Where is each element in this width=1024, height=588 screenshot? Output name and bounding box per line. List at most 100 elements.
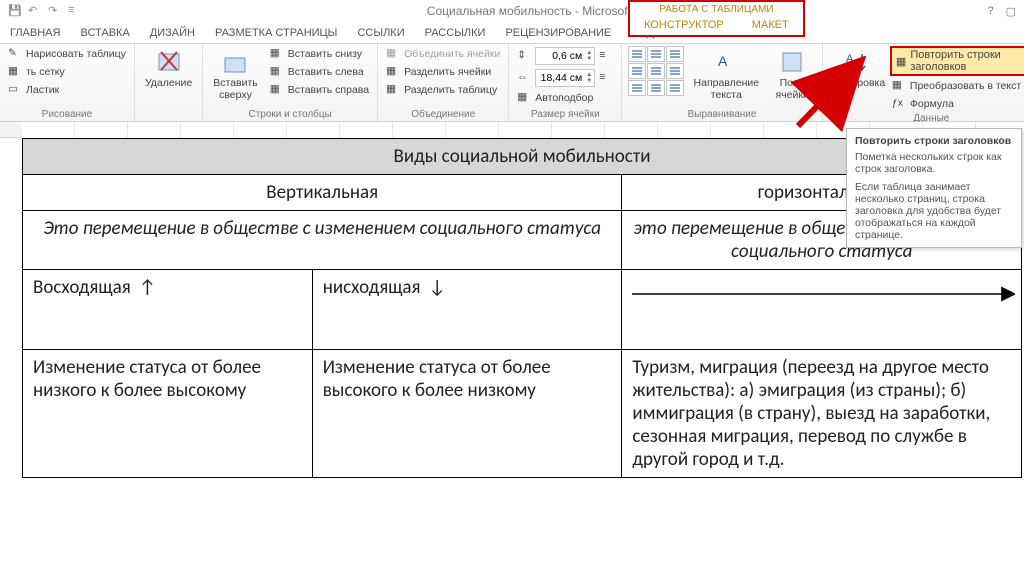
tab-layout[interactable]: МАКЕТ — [738, 16, 803, 35]
svg-text:A: A — [718, 53, 728, 69]
align-mc[interactable] — [647, 63, 665, 79]
table-tools-box: РАБОТА С ТАБЛИЦАМИ КОНСТРУКТОР МАКЕТ — [628, 0, 805, 37]
tab-review[interactable]: РЕЦЕНЗИРОВАНИЕ — [495, 24, 621, 43]
insert-right-button[interactable]: ▦Вставить справа — [268, 82, 371, 98]
pencil-icon: ✎ — [8, 47, 22, 61]
col-width-input[interactable] — [536, 72, 584, 84]
autofit-icon: ▦ — [517, 91, 531, 105]
sort-button[interactable]: AЯ Сортировка — [829, 46, 884, 112]
group-label-cell-size: Размер ячейки — [515, 108, 615, 120]
help-icon[interactable]: ? — [987, 5, 993, 18]
alignment-grid[interactable] — [628, 46, 684, 103]
group-draw: ✎Нарисовать таблицу ▦ть сетку ▭Ластик Ри… — [0, 44, 135, 121]
desc-vertical[interactable]: Это перемещение в обществе с изменением … — [23, 211, 622, 270]
row-height-input[interactable] — [536, 50, 584, 62]
distribute-rows-icon[interactable]: ≡ — [599, 49, 613, 63]
cell-margins-button[interactable]: Поля ячейки — [768, 46, 815, 103]
text-direction-button[interactable]: A Направление текста — [690, 46, 762, 103]
insert-below-button[interactable]: ▦Вставить снизу — [268, 46, 371, 62]
align-mr[interactable] — [666, 63, 684, 79]
tab-home[interactable]: ГЛАВНАЯ — [0, 24, 70, 43]
formula-button[interactable]: ƒxФормула — [890, 96, 1024, 112]
delete-icon — [155, 48, 183, 76]
tooltip-repeat-header: Повторить строки заголовков Пометка неск… — [846, 128, 1022, 248]
sort-icon: AЯ — [842, 48, 870, 76]
window-controls: ? ▢ — [987, 5, 1016, 18]
svg-text:A: A — [846, 53, 854, 65]
ribbon-options-icon[interactable]: ▢ — [1006, 5, 1016, 18]
split-table-button[interactable]: ▦Разделить таблицу — [384, 82, 502, 98]
group-delete: Удаление — [135, 44, 203, 121]
draw-table-button[interactable]: ✎Нарисовать таблицу — [6, 46, 128, 62]
align-bc[interactable] — [647, 80, 665, 96]
col-width-spinner[interactable]: ⇔ ▲▼ ≡ — [515, 68, 615, 88]
tab-constructor[interactable]: КОНСТРУКТОР — [630, 16, 738, 35]
row-height-spinner[interactable]: ⇕ ▲▼ ≡ — [515, 46, 615, 66]
tooltip-title: Повторить строки заголовков — [855, 135, 1013, 147]
convert-to-text-button[interactable]: ▦Преобразовать в текст — [890, 78, 1024, 94]
insert-above-button[interactable]: Вставить сверху — [209, 46, 262, 103]
delete-button[interactable]: Удаление — [141, 46, 196, 92]
group-rows-cols: Вставить сверху ▦Вставить снизу ▦Вставит… — [203, 44, 378, 121]
align-tc[interactable] — [647, 46, 665, 62]
cell-horizontal-arrow[interactable] — [622, 270, 1022, 350]
group-label-draw: Рисование — [6, 108, 128, 120]
cell-horiz-examples[interactable]: Туризм, миграция (переезд на другое мест… — [622, 350, 1022, 478]
align-bl[interactable] — [628, 80, 646, 96]
ribbon-tabs: ГЛАВНАЯ ВСТАВКА ДИЗАЙН РАЗМЕТКА СТРАНИЦЫ… — [0, 22, 1024, 44]
repeat-header-icon: ▦ — [896, 55, 906, 68]
view-gridlines-button[interactable]: ▦ть сетку — [6, 64, 128, 80]
tab-design[interactable]: ДИЗАЙН — [140, 24, 205, 43]
align-tr[interactable] — [666, 46, 684, 62]
cell-asc-desc[interactable]: Изменение статуса от более низкого к бол… — [23, 350, 313, 478]
quick-access-toolbar: 💾 ↶ ↷ ≡ — [8, 4, 82, 18]
tooltip-line1: Пометка нескольких строк как строк загол… — [855, 151, 1013, 175]
ribbon: ✎Нарисовать таблицу ▦ть сетку ▭Ластик Ри… — [0, 44, 1024, 122]
merge-icon: ▦ — [386, 47, 400, 61]
tab-insert[interactable]: ВСТАВКА — [70, 24, 139, 43]
formula-icon: ƒx — [892, 97, 906, 111]
align-ml[interactable] — [628, 63, 646, 79]
cell-desc-desc[interactable]: Изменение статуса от более высокого к бо… — [312, 350, 622, 478]
eraser-button[interactable]: ▭Ластик — [6, 82, 128, 98]
col-vertical[interactable]: Вертикальная — [23, 175, 622, 211]
split-table-icon: ▦ — [386, 83, 400, 97]
save-icon[interactable]: 💾 — [8, 4, 22, 18]
tooltip-line2: Если таблица занимает несколько страниц,… — [855, 181, 1013, 241]
height-icon: ⇕ — [517, 49, 531, 63]
group-label-alignment: Выравнивание — [628, 108, 816, 120]
tab-page-layout[interactable]: РАЗМЕТКА СТРАНИЦЫ — [205, 24, 347, 43]
svg-text:Я: Я — [846, 65, 854, 76]
insert-left-button[interactable]: ▦Вставить слева — [268, 64, 371, 80]
convert-icon: ▦ — [892, 79, 906, 93]
grid-icon: ▦ — [8, 65, 22, 79]
align-br[interactable] — [666, 80, 684, 96]
insert-left-icon: ▦ — [270, 65, 284, 79]
tab-references[interactable]: ССЫЛКИ — [347, 24, 414, 43]
merge-cells-button[interactable]: ▦Объединить ячейки — [384, 46, 502, 62]
distribute-cols-icon[interactable]: ≡ — [599, 71, 613, 85]
group-cell-size: ⇕ ▲▼ ≡ ⇔ ▲▼ ≡ ▦Автоподбор Размер ячейки — [509, 44, 622, 121]
redo-icon[interactable]: ↷ — [48, 4, 62, 18]
repeat-header-rows-button[interactable]: ▦ Повторить строки заголовков — [890, 46, 1024, 76]
tab-mailings[interactable]: РАССЫЛКИ — [415, 24, 496, 43]
undo-icon[interactable]: ↶ — [28, 4, 42, 18]
bullets-icon[interactable]: ≡ — [68, 4, 82, 18]
group-data: AЯ Сортировка ▦ Повторить строки заголов… — [823, 44, 1024, 121]
autofit-button[interactable]: ▦Автоподбор — [515, 90, 615, 106]
table-tools-title: РАБОТА С ТАБЛИЦАМИ — [641, 2, 791, 16]
text-direction-icon: A — [712, 48, 740, 76]
document-title: Социальная мобильность - Microsoft Word — [102, 4, 987, 18]
cell-ascending[interactable]: Восходящая — [23, 270, 313, 350]
cell-descending[interactable]: нисходящая — [312, 270, 622, 350]
group-alignment: A Направление текста Поля ячейки Выравни… — [622, 44, 823, 121]
split-cells-icon: ▦ — [386, 65, 400, 79]
width-icon: ⇔ — [517, 71, 531, 85]
title-bar: 💾 ↶ ↷ ≡ Социальная мобильность - Microso… — [0, 0, 1024, 22]
cell-margins-icon — [778, 48, 806, 76]
align-tl[interactable] — [628, 46, 646, 62]
eraser-icon: ▭ — [8, 83, 22, 97]
split-cells-button[interactable]: ▦Разделить ячейки — [384, 64, 502, 80]
insert-right-icon: ▦ — [270, 83, 284, 97]
insert-above-icon — [221, 48, 249, 76]
